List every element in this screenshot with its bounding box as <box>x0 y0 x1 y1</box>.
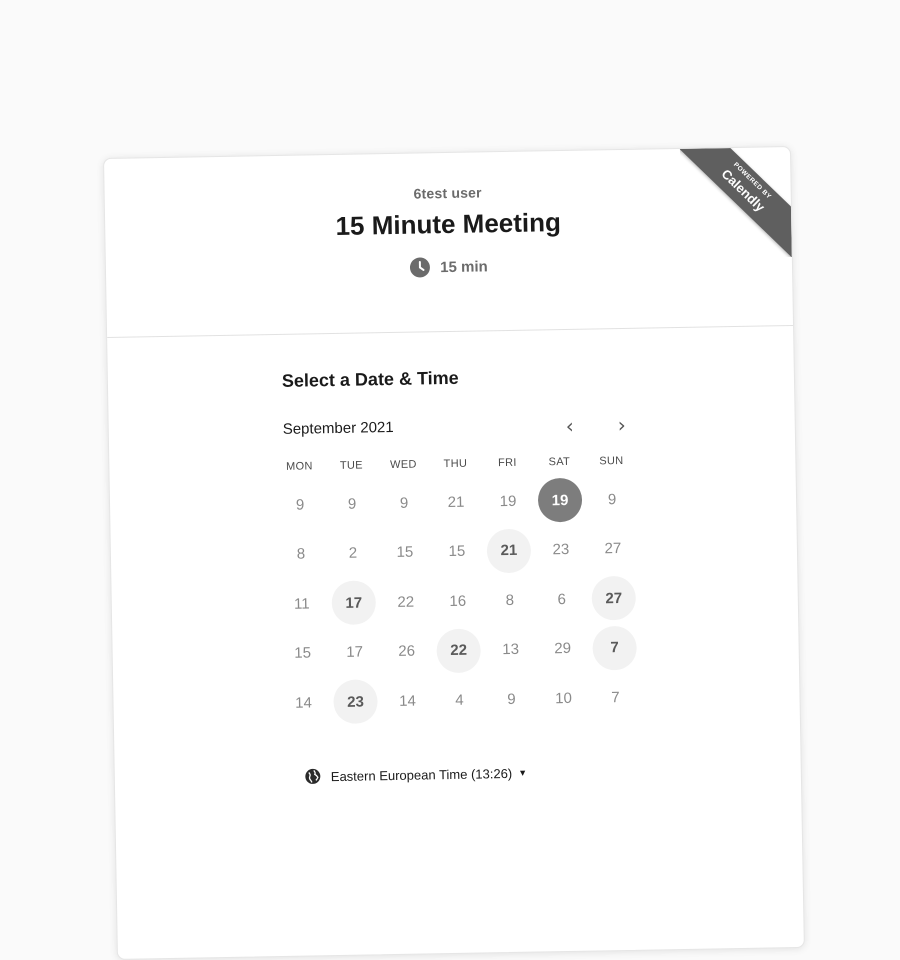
available-day[interactable]: 23 <box>333 679 378 725</box>
calendar-day: 9 <box>507 690 516 708</box>
calendar-day: 9 <box>399 494 409 512</box>
calendar-day: 15 <box>396 543 414 561</box>
weekday-header-row: MON TUE WED THU FRI SAT SUN <box>273 455 647 474</box>
duration-label: 15 min <box>440 257 488 276</box>
calendar-day: 8 <box>505 591 515 609</box>
calendar-day: 9 <box>607 490 617 508</box>
calendar-day: 11 <box>293 594 310 613</box>
calendar-day: 6 <box>557 590 567 608</box>
month-label: September 2021 <box>282 418 394 438</box>
calendar-grid: MON TUE WED THU FRI SAT SUN 9 9 9 21 19 19 9 8 2 15 15 21… <box>267 455 652 731</box>
available-day[interactable]: 17 <box>331 580 377 626</box>
weekday-mon: MON <box>286 460 313 473</box>
calendar-day: 22 <box>397 593 415 611</box>
clock-icon <box>410 257 431 278</box>
caret-down-icon: ▼ <box>518 767 528 778</box>
next-month-button[interactable]: › <box>610 413 634 437</box>
calendar-days: 9 9 9 21 19 19 9 8 2 15 15 21 23 27 11 17 22 16 8 6 27 15 17 26… <box>274 477 652 731</box>
calendar-day: 13 <box>502 640 520 659</box>
calendar-day: 4 <box>455 691 464 709</box>
powered-by-ribbon[interactable]: POWERED BY Calendly <box>679 147 792 259</box>
calendar-day: 9 <box>347 495 357 513</box>
calendar-day: 16 <box>449 592 467 610</box>
available-day[interactable]: 27 <box>591 575 637 621</box>
section-title: Select a Date & Time <box>281 367 459 391</box>
calendar-day: 10 <box>555 689 572 707</box>
calendar-day: 2 <box>348 544 358 562</box>
calendar-day: 17 <box>346 643 364 661</box>
calendar-day: 8 <box>296 545 306 563</box>
previous-month-button[interactable]: ‹ <box>558 414 582 438</box>
event-header: 6test user 15 Minute Meeting 15 min POWE… <box>104 147 794 338</box>
weekday-sun: SUN <box>599 454 624 468</box>
calendar-day: 9 <box>295 496 305 514</box>
weekday-wed: WED <box>390 458 417 472</box>
timezone-selector[interactable]: Eastern European Time (13:26) ▼ <box>305 765 528 785</box>
calendar-day: 19 <box>499 492 517 510</box>
calendar-day: 14 <box>295 693 313 712</box>
weekday-sat: SAT <box>548 455 571 469</box>
weekday-fri: FRI <box>497 456 517 470</box>
globe-icon <box>305 768 321 784</box>
booking-card: 6test user 15 Minute Meeting 15 min POWE… <box>103 145 805 960</box>
weekday-tue: TUE <box>339 459 363 472</box>
calendar-day: 29 <box>554 639 572 658</box>
calendar-day: 21 <box>447 493 465 511</box>
calendar-day: 27 <box>604 540 622 558</box>
month-navigation: September 2021 ‹ › <box>283 413 635 443</box>
calendar-day: 15 <box>448 542 466 561</box>
selected-day[interactable]: 19 <box>537 477 583 523</box>
calendar-day: 15 <box>294 644 312 662</box>
calendar-day: 7 <box>611 688 620 706</box>
available-day[interactable]: 21 <box>486 528 532 573</box>
calendar-day: 23 <box>552 540 570 559</box>
weekday-thu: THU <box>443 457 468 471</box>
calendar-day: 26 <box>398 642 416 660</box>
timezone-label: Eastern European Time (13:26) <box>330 765 513 784</box>
available-day[interactable]: 22 <box>436 627 482 673</box>
available-day[interactable]: 7 <box>592 625 638 671</box>
calendar-day: 14 <box>399 692 417 710</box>
